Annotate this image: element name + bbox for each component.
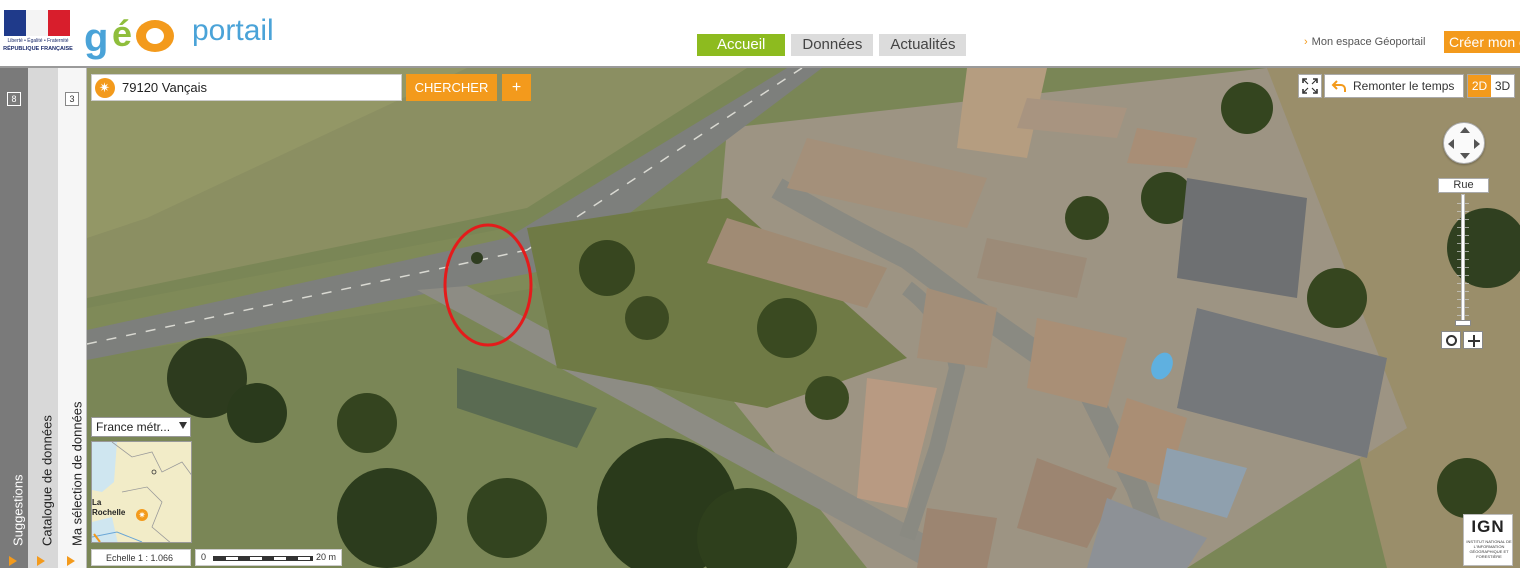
suggestions-label: Suggestions: [10, 474, 26, 546]
scale-bar: 0 20 m: [195, 549, 342, 566]
suggestions-count-badge: 8: [7, 92, 21, 106]
chevron-down-icon: [179, 422, 187, 429]
brand-letter-g: g: [84, 16, 109, 60]
brand-portail: portail: [192, 14, 274, 47]
overview-map[interactable]: La Rochelle ✷: [91, 441, 192, 543]
search-button[interactable]: CHERCHER: [406, 74, 497, 101]
republic-name: RÉPUBLIQUE FRANÇAISE: [3, 46, 73, 52]
french-flag-icon: [4, 10, 70, 36]
fullscreen-icon: [1302, 78, 1318, 94]
pan-control[interactable]: [1443, 122, 1485, 164]
pan-up-icon[interactable]: [1460, 127, 1470, 133]
pan-right-icon[interactable]: [1474, 139, 1480, 149]
undo-arrow-icon: [1331, 80, 1346, 92]
mode-2d-button[interactable]: 2D: [1468, 75, 1491, 97]
map-viewport[interactable]: CHERCHER + Remonter le temps 2D 3D: [87, 68, 1520, 568]
geoportail-logo[interactable]: g é portail: [84, 12, 304, 60]
history-label: Remonter le temps: [1353, 79, 1455, 93]
aerial-imagery[interactable]: [87, 68, 1520, 568]
location-marker-icon: ✷: [136, 509, 148, 521]
tab-donnees[interactable]: Données: [791, 34, 874, 56]
ign-logo-text: IGN: [1471, 517, 1505, 536]
tab-actualites[interactable]: Actualités: [879, 34, 967, 56]
republique-francaise-logo: Liberté • Égalité • Fraternité RÉPUBLIQU…: [2, 8, 73, 54]
tab-accueil[interactable]: Accueil: [697, 34, 786, 56]
zoom-slider[interactable]: [1461, 194, 1465, 324]
suggestions-panel-tab[interactable]: 8 Suggestions: [0, 68, 28, 568]
search-box: [91, 74, 402, 101]
create-account-button[interactable]: Créer mon e: [1444, 31, 1520, 53]
fullscreen-button[interactable]: [1298, 74, 1322, 98]
zoom-in-button[interactable]: [1463, 331, 1483, 349]
my-space-link[interactable]: › Mon espace Géoportail: [1304, 36, 1425, 48]
territory-select[interactable]: France métr...: [91, 417, 191, 437]
pan-down-icon[interactable]: [1460, 153, 1470, 159]
pan-left-icon[interactable]: [1448, 139, 1454, 149]
search-input[interactable]: [122, 75, 398, 100]
chevron-right-icon: ›: [1304, 36, 1308, 48]
selection-count-badge: 3: [65, 92, 79, 106]
view-mode-toggle: 2D 3D: [1467, 74, 1515, 98]
mode-3d-button[interactable]: 3D: [1491, 75, 1514, 97]
catalog-panel-tab[interactable]: Catalogue de données: [28, 68, 58, 568]
territory-selected-value: France métr...: [96, 420, 171, 434]
ign-logo[interactable]: IGN INSTITUT NATIONAL DE L'INFORMATION G…: [1463, 514, 1513, 566]
scale-bar-graphic: [213, 556, 313, 561]
history-button[interactable]: Remonter le temps: [1324, 74, 1464, 98]
my-space-label: Mon espace Géoportail: [1311, 36, 1426, 48]
scale-bar-start: 0: [201, 552, 207, 562]
header: Liberté • Égalité • Fraternité RÉPUBLIQU…: [0, 0, 1520, 68]
brand-o-icon: [136, 20, 174, 52]
expand-arrow-icon: [67, 556, 75, 566]
brand-letter-e: é: [112, 13, 133, 54]
advanced-search-button[interactable]: +: [502, 74, 531, 101]
overview-map-drawing: [92, 442, 191, 542]
scale-bar-end: 20 m: [316, 552, 337, 562]
expand-arrow-icon: [37, 556, 45, 566]
ign-logo-subtitle: INSTITUT NATIONAL DE L'INFORMATION GÉOGR…: [1466, 539, 1512, 559]
locate-icon[interactable]: [95, 78, 115, 98]
republic-motto: Liberté • Égalité • Fraternité: [7, 38, 69, 44]
selection-panel-tab[interactable]: 3 Ma sélection de données: [58, 68, 87, 568]
selection-label: Ma sélection de données: [69, 401, 85, 546]
catalog-label: Catalogue de données: [39, 415, 55, 546]
main-nav: Accueil Données Actualités: [697, 34, 967, 56]
expand-arrow-icon: [9, 556, 17, 566]
overview-city-label: La Rochelle: [92, 498, 126, 517]
zoom-slider-handle[interactable]: [1455, 320, 1471, 326]
scale-ratio: Echelle 1 : 1.066: [91, 549, 191, 566]
zoom-level-label: Rue: [1438, 178, 1489, 193]
geoportail-app: Liberté • Égalité • Fraternité RÉPUBLIQU…: [0, 0, 1520, 568]
zoom-out-button[interactable]: [1441, 331, 1461, 349]
